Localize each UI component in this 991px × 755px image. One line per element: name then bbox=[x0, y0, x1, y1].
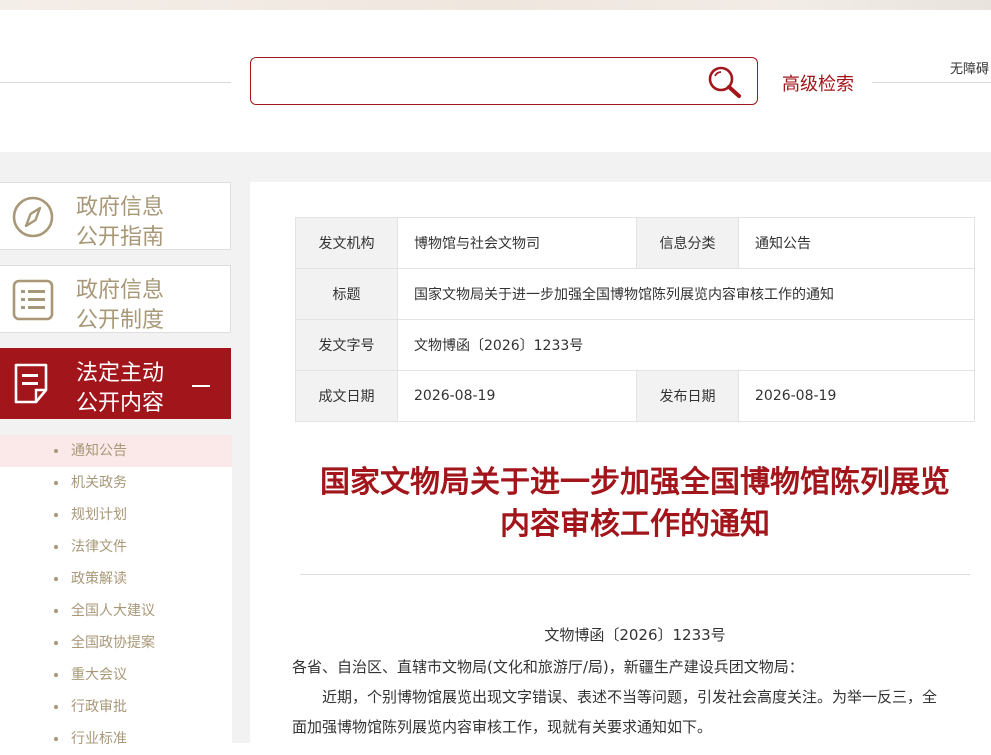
sidebar-item-admin-approval[interactable]: 行政审批 bbox=[0, 691, 232, 723]
created-date-label: 成文日期 bbox=[295, 370, 398, 422]
sidebar-item-major-meetings[interactable]: 重大会议 bbox=[0, 659, 232, 691]
doc-number-label: 发文字号 bbox=[295, 319, 398, 371]
published-date-value: 2026-08-19 bbox=[738, 370, 975, 422]
header-divider-left bbox=[0, 82, 231, 83]
article-salutation: 各省、自治区、直辖市文物局(文化和旅游厅/局)，新疆生产建设兵团文物局： bbox=[292, 658, 804, 676]
sidebar-item-policy-interpretation[interactable]: 政策解读 bbox=[0, 563, 232, 595]
table-row: 成文日期 2026-08-19 发布日期 2026-08-19 bbox=[295, 370, 975, 422]
sidebar-card-label-line2: 公开内容 bbox=[76, 391, 165, 416]
issuer-value: 博物馆与社会文物司 bbox=[397, 217, 637, 269]
note-document-icon bbox=[10, 362, 56, 406]
category-label: 信息分类 bbox=[636, 217, 739, 269]
sidebar-card-label-line2: 公开制度 bbox=[76, 308, 165, 333]
sidebar-card-label-line1: 法定主动 bbox=[76, 361, 165, 386]
title-divider bbox=[300, 574, 970, 575]
top-banner-strip bbox=[0, 0, 991, 10]
article-title: 国家文物局关于进一步加强全国博物馆陈列展览 内容审核工作的通知 bbox=[296, 462, 974, 546]
sidebar-sub-list: 通知公告 机关政务 规划计划 法律文件 政策解读 全国人大建议 全国政协提案 重… bbox=[0, 435, 232, 755]
compass-icon bbox=[10, 195, 56, 239]
published-date-label: 发布日期 bbox=[636, 370, 739, 422]
sidebar-item-industry-standards[interactable]: 行业标准 bbox=[0, 723, 232, 755]
created-date-value: 2026-08-19 bbox=[397, 370, 637, 422]
sidebar-card-gov-info-system[interactable]: 政府信息 公开制度 bbox=[0, 265, 231, 333]
sidebar-card-label-line1: 政府信息 bbox=[76, 195, 165, 220]
article-paragraph-line: 近期，个别博物馆展览出现文字错误、表述不当等问题，引发社会高度关注。为举一反三，… bbox=[322, 688, 938, 706]
table-row: 发文机构 博物馆与社会文物司 信息分类 通知公告 bbox=[295, 217, 975, 269]
sidebar-card-gov-info-guide[interactable]: 政府信息 公开指南 bbox=[0, 182, 231, 250]
sidebar-item-affairs[interactable]: 机关政务 bbox=[0, 467, 232, 499]
advanced-search-link[interactable]: 高级检索 bbox=[782, 70, 854, 96]
sidebar-item-plans[interactable]: 规划计划 bbox=[0, 499, 232, 531]
category-value: 通知公告 bbox=[738, 217, 975, 269]
search-icon[interactable] bbox=[706, 65, 744, 99]
header-divider-right bbox=[872, 82, 991, 83]
accessibility-link[interactable]: 无障碍 bbox=[950, 58, 989, 77]
search-input[interactable] bbox=[250, 57, 758, 105]
list-document-icon bbox=[10, 278, 56, 322]
sidebar-card-statutory-disclosure[interactable]: 法定主动 公开内容 bbox=[0, 348, 231, 419]
table-row: 标题 国家文物局关于进一步加强全国博物馆陈列展览内容审核工作的通知 bbox=[295, 268, 975, 320]
sidebar-item-notices[interactable]: 通知公告 bbox=[0, 435, 232, 467]
title-value: 国家文物局关于进一步加强全国博物馆陈列展览内容审核工作的通知 bbox=[397, 268, 975, 320]
issuer-label: 发文机构 bbox=[295, 217, 398, 269]
article-doc-number: 文物博函〔2026〕1233号 bbox=[544, 626, 726, 644]
article-title-line2: 内容审核工作的通知 bbox=[500, 507, 770, 542]
sidebar-item-cppcc-proposals[interactable]: 全国政协提案 bbox=[0, 627, 232, 659]
sidebar-card-label-line2: 公开指南 bbox=[76, 225, 165, 250]
article-title-line1: 国家文物局关于进一步加强全国博物馆陈列展览 bbox=[320, 465, 950, 500]
sidebar-item-npc-suggestions[interactable]: 全国人大建议 bbox=[0, 595, 232, 627]
sidebar-card-label-line1: 政府信息 bbox=[76, 278, 165, 303]
doc-number-value: 文物博函〔2026〕1233号 bbox=[397, 319, 975, 371]
table-row: 发文字号 文物博函〔2026〕1233号 bbox=[295, 319, 975, 371]
sidebar-item-laws[interactable]: 法律文件 bbox=[0, 531, 232, 563]
collapse-icon[interactable] bbox=[192, 385, 210, 387]
document-info-table: 发文机构 博物馆与社会文物司 信息分类 通知公告 标题 国家文物局关于进一步加强… bbox=[295, 217, 975, 422]
article-paragraph-line: 面加强博物馆陈列展览内容审核工作，现就有关要求通知如下。 bbox=[292, 718, 713, 736]
title-label: 标题 bbox=[295, 268, 398, 320]
